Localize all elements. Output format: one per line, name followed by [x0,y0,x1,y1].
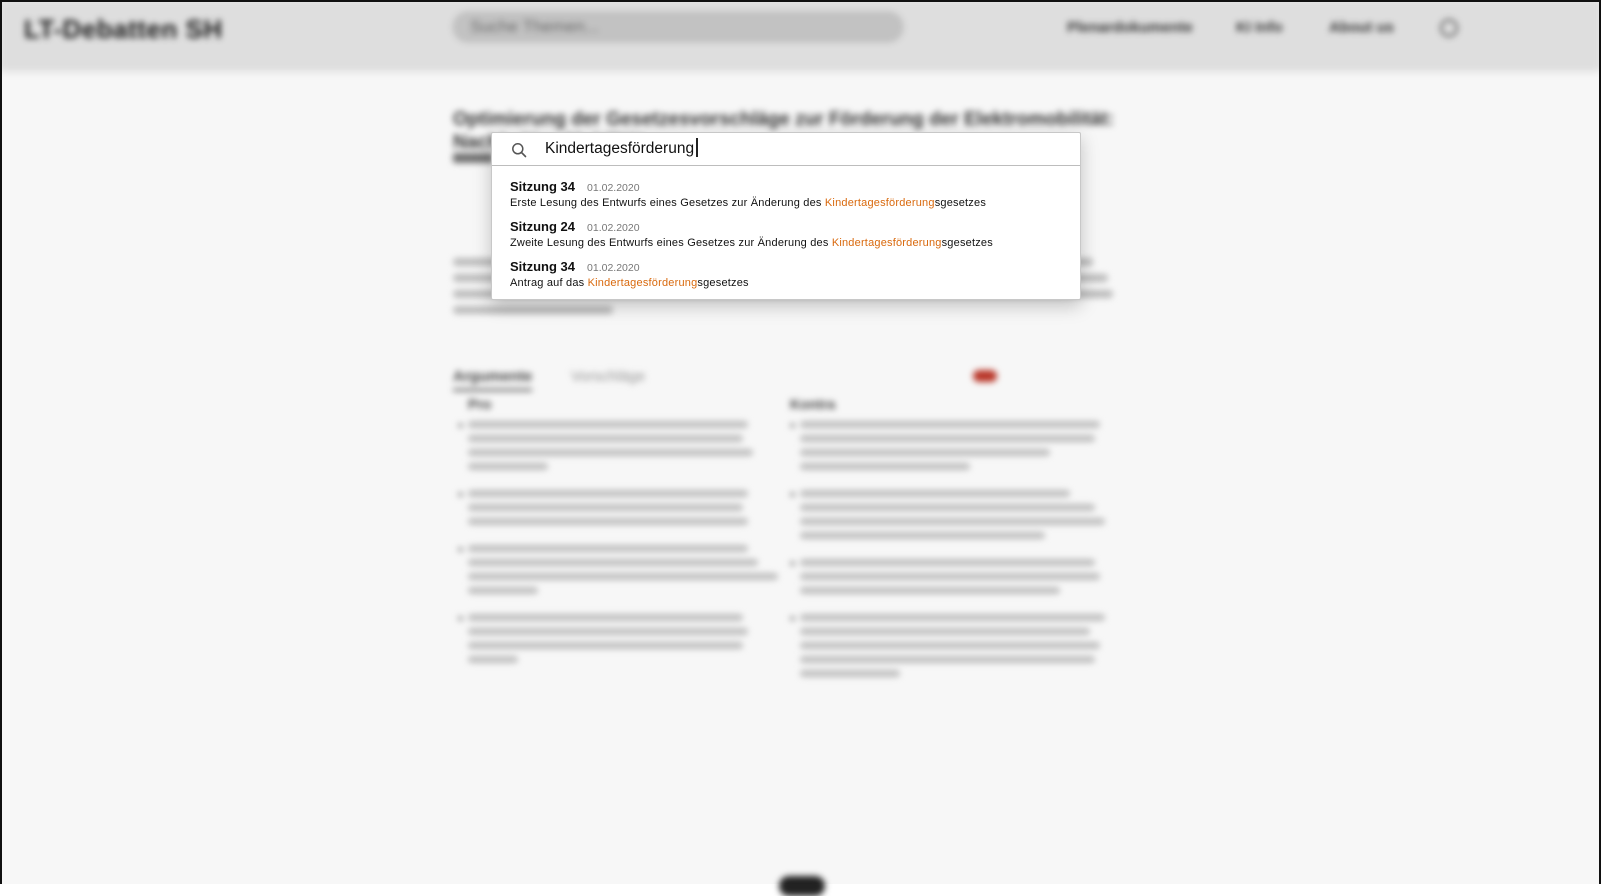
search-modal: Kindertagesförderung Sitzung 34 01.02.202… [491,132,1081,300]
search-input-row[interactable]: Kindertagesförderung [492,133,1080,166]
search-query: Kindertagesförderung [545,140,695,157]
result-highlight: Kindertagesförderung [831,237,942,249]
result-highlight: Kindertagesförderung [824,197,935,209]
result-date: 01.02.2020 [587,182,640,194]
result-title: Antrag auf das Kindertagesförderungsgese… [510,277,749,289]
text-caret [696,138,698,157]
result-highlight: Kindertagesförderung [587,277,698,289]
search-result-item[interactable]: Sitzung 24 01.02.2020 Zweite Lesung des E… [510,219,1070,250]
search-input[interactable]: Kindertagesförderung [545,138,698,160]
result-date: 01.02.2020 [587,262,640,274]
result-date: 01.02.2020 [587,222,640,234]
result-title: Zweite Lesung des Entwurfs eines Gesetze… [510,237,993,249]
result-title: Erste Lesung des Entwurfs eines Gesetzes… [510,197,987,209]
search-result-item[interactable]: Sitzung 34 01.02.2020 Erste Lesung des En… [510,179,1070,210]
result-session: Sitzung 34 [510,259,576,274]
result-session: Sitzung 34 [510,179,576,194]
result-session: Sitzung 24 [510,219,576,234]
search-result-item[interactable]: Sitzung 34 01.02.2020 Antrag auf das Kind… [510,259,1070,290]
search-icon [512,143,527,158]
